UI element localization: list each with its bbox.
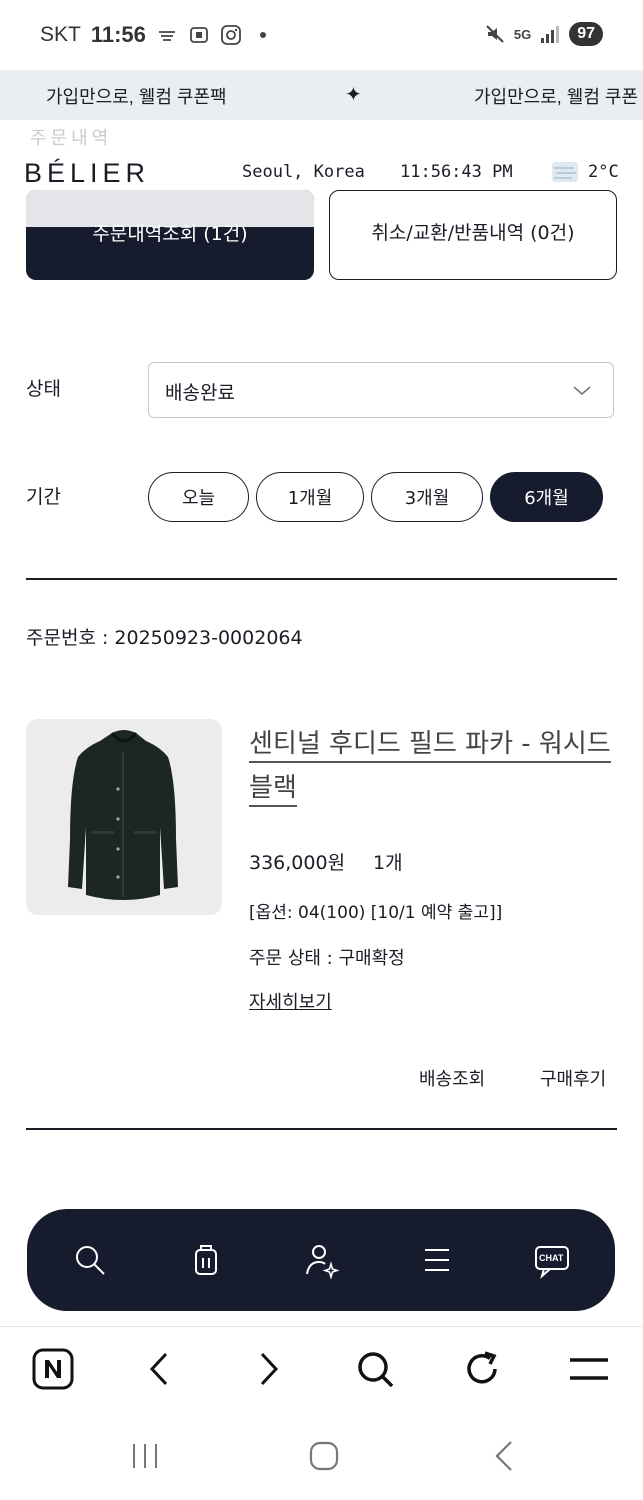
instagram-icon [221, 25, 241, 45]
naver-icon[interactable] [30, 1346, 76, 1392]
view-details-link[interactable]: 자세히보기 [249, 988, 332, 1014]
forward-icon[interactable] [245, 1346, 291, 1392]
chat-icon[interactable]: CHAT [532, 1240, 572, 1280]
product-image[interactable] [26, 719, 222, 915]
chevron-down-icon [573, 386, 591, 396]
period-3month-button[interactable]: 3개월 [371, 472, 483, 522]
search-icon[interactable] [70, 1240, 110, 1280]
period-label: 기간 [26, 486, 61, 508]
signal-icon [541, 26, 560, 43]
location-text: Seoul, Korea [242, 162, 365, 182]
network-label: 5G [513, 26, 532, 42]
screenshot-icon [190, 27, 208, 43]
chat-label: CHAT [539, 1253, 564, 1263]
divider [26, 1128, 617, 1130]
mute-icon [486, 25, 504, 43]
parka-illustration [68, 730, 178, 900]
shopping-bag-icon[interactable] [186, 1240, 226, 1280]
status-time: 11:56 [90, 22, 146, 47]
dot-icon [259, 32, 266, 38]
carrier-label: SKT [40, 23, 81, 46]
clock-text: 11:56:43 PM [400, 162, 513, 182]
battery-indicator: 97 [569, 22, 603, 46]
recent-apps-icon[interactable] [127, 1438, 163, 1474]
status-select-value: 배송완료 [165, 382, 235, 404]
product-option: [옵션: 04(100) [10/1 예약 출고]] [249, 903, 503, 923]
period-6month-button[interactable]: 6개월 [490, 472, 603, 522]
tab-cancel-exchange-return[interactable]: 취소/교환/반품내역 (0건) [329, 190, 617, 280]
product-price: 336,000원 [249, 852, 346, 874]
back-icon[interactable] [137, 1346, 183, 1392]
user-icon[interactable] [301, 1240, 341, 1280]
tab-orders[interactable]: 주문내역조회 (1건) [26, 190, 314, 280]
status-label: 상태 [26, 378, 61, 400]
fog-icon [552, 162, 578, 182]
system-back-icon[interactable] [487, 1438, 523, 1474]
order-number: 주문번호 : 20250923-0002064 [26, 627, 303, 649]
search-icon[interactable] [352, 1346, 398, 1392]
promo-banner[interactable]: 가입만으로, 웰컴 쿠폰팩 ✦ 가입만으로, 웰컴 쿠폰 [0, 70, 643, 120]
banner-separator-icon: ✦ [345, 84, 362, 106]
notification-icon [158, 31, 175, 41]
brand-logo[interactable]: BÉLIER [24, 158, 150, 189]
divider [26, 578, 617, 580]
period-1month-button[interactable]: 1개월 [256, 472, 364, 522]
track-delivery-button[interactable]: 배송조회 [419, 1065, 485, 1091]
product-quantity: 1개 [373, 852, 403, 874]
status-bar: SKT 11:56 5G 97 [0, 0, 643, 70]
write-review-button[interactable]: 구매후기 [540, 1065, 606, 1091]
banner-text: 가입만으로, 웰컴 쿠폰팩 [46, 87, 227, 107]
home-icon[interactable] [306, 1438, 342, 1474]
banner-text-repeat: 가입만으로, 웰컴 쿠폰 [474, 87, 639, 107]
temperature-text: 2°C [588, 162, 619, 182]
order-status: 주문 상태 : 구매확정 [249, 948, 405, 969]
faint-page-title: 주문내역 [30, 128, 113, 149]
browser-toolbar [0, 1326, 643, 1416]
menu-icon[interactable] [566, 1346, 612, 1392]
product-name: 센티널 후디드 필드 파카 - 워시드 블랙 [249, 729, 611, 807]
status-select[interactable]: 배송완료 [148, 362, 614, 418]
product-name-link[interactable]: 센티널 후디드 필드 파카 - 워시드 블랙 [249, 722, 617, 810]
menu-icon[interactable] [417, 1240, 457, 1280]
tab-orders-label: 주문내역조회 (1건) [92, 223, 248, 245]
refresh-icon[interactable] [459, 1346, 505, 1392]
tab-cancel-label: 취소/교환/반품내역 (0건) [371, 222, 575, 244]
period-today-button[interactable]: 오늘 [148, 472, 249, 522]
